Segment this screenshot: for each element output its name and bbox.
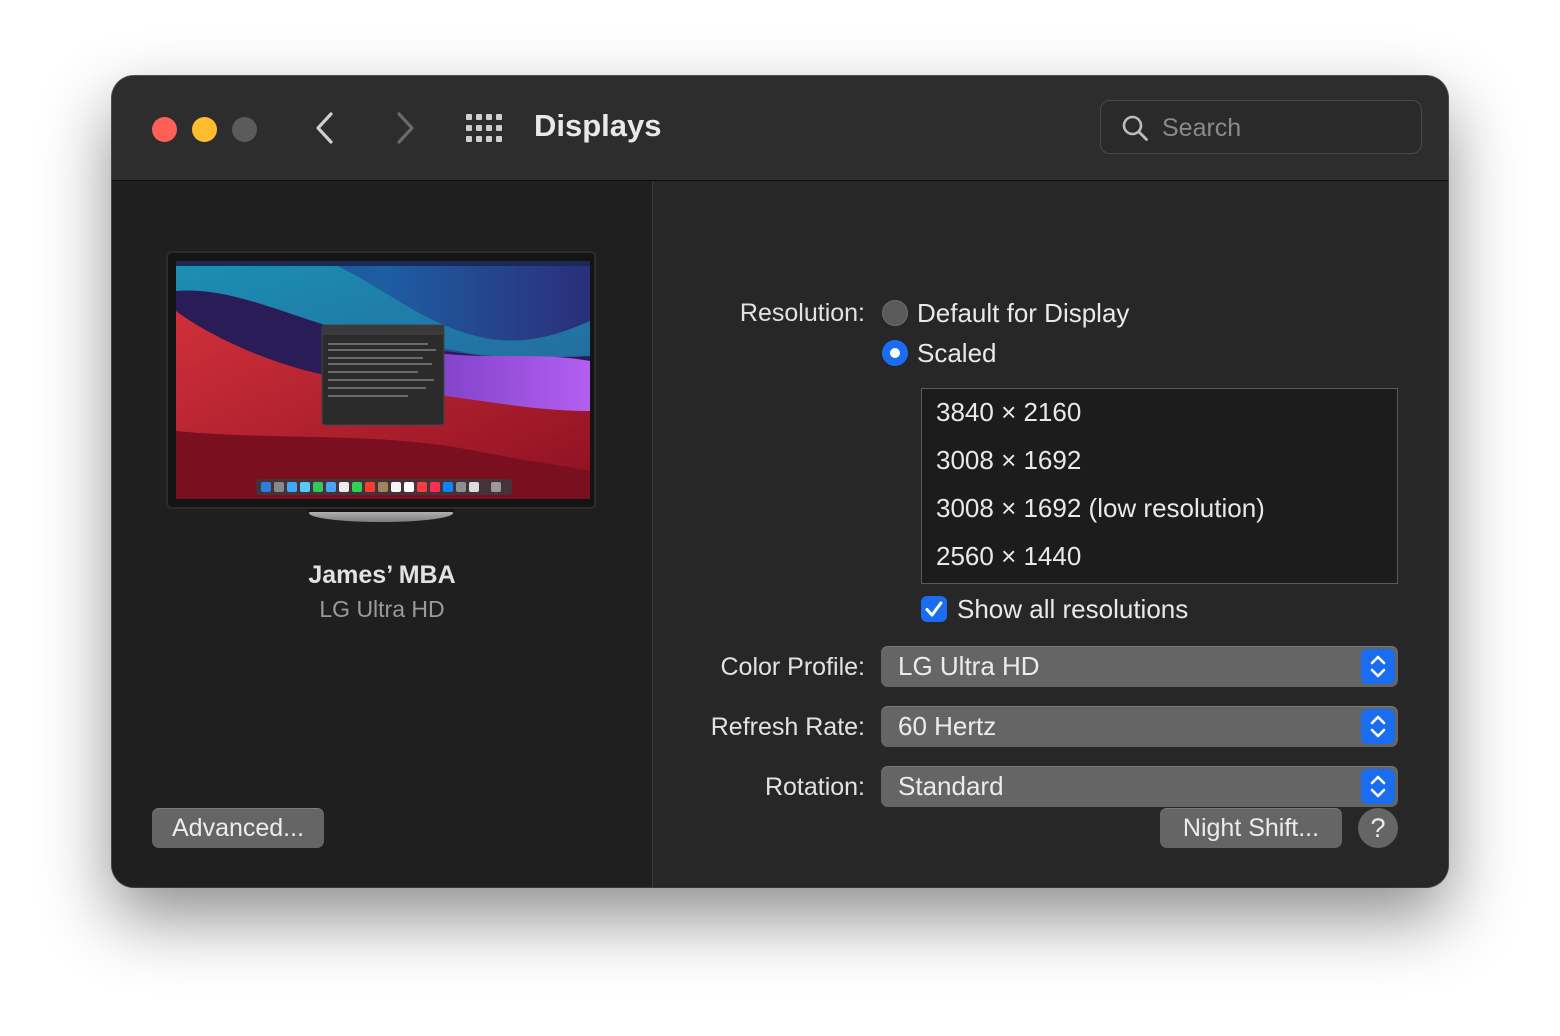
- radio-default-for-display[interactable]: [882, 300, 908, 326]
- advanced-button[interactable]: Advanced...: [152, 808, 324, 848]
- show-all-resolutions-checkbox[interactable]: [921, 596, 947, 622]
- color-profile-label: Color Profile:: [720, 653, 866, 681]
- system-preferences-window: Displays Search James’ MBA LG Ultra HD A…: [112, 76, 1448, 887]
- resolution-option[interactable]: 3008 × 1692 (low resolution): [936, 493, 1265, 524]
- titlebar: Displays Search: [112, 76, 1448, 181]
- device-name: James’ MBA: [308, 561, 456, 589]
- resolution-option[interactable]: 2560 × 1440: [936, 541, 1081, 572]
- rotation-popup[interactable]: Standard: [881, 766, 1398, 807]
- night-shift-button[interactable]: Night Shift...: [1160, 808, 1342, 848]
- wallpaper-image: [176, 261, 590, 499]
- device-model: LG Ultra HD: [319, 596, 445, 622]
- resolution-option[interactable]: 3840 × 2160: [936, 397, 1081, 428]
- monitor-stand: [308, 509, 454, 522]
- display-thumbnail: [166, 251, 596, 509]
- up-down-chevron-icon: [1361, 649, 1395, 684]
- close-button[interactable]: [152, 117, 177, 142]
- checkmark-icon: [925, 601, 943, 617]
- wallpaper-preview: [176, 261, 590, 499]
- window-title: Displays: [534, 108, 662, 143]
- refresh-rate-popup[interactable]: 60 Hertz: [881, 706, 1398, 747]
- show-all-resolutions-label: Show all resolutions: [957, 594, 1189, 624]
- resolution-label: Resolution:: [739, 299, 865, 327]
- display-settings: Resolution: Default for Display Scaled 3…: [653, 181, 1448, 887]
- search-placeholder: Search: [1162, 114, 1242, 142]
- up-down-chevron-icon: [1361, 769, 1395, 804]
- help-button[interactable]: ?: [1358, 808, 1398, 848]
- rotation-value: Standard: [898, 771, 1004, 801]
- refresh-rate-label: Refresh Rate:: [710, 713, 865, 741]
- resolution-list: 3840 × 2160 3008 × 1692 3008 × 1692 (low…: [921, 388, 1398, 584]
- color-profile-popup[interactable]: LG Ultra HD: [881, 646, 1398, 687]
- search-icon: [1122, 115, 1148, 141]
- minimize-button[interactable]: [192, 117, 217, 142]
- radio-scaled[interactable]: [882, 340, 908, 366]
- display-sidebar: James’ MBA LG Ultra HD Advanced...: [112, 181, 653, 887]
- color-profile-value: LG Ultra HD: [898, 651, 1040, 681]
- grid-icon[interactable]: [466, 114, 504, 142]
- resolution-option[interactable]: 3008 × 1692: [936, 445, 1081, 476]
- refresh-rate-value: 60 Hertz: [898, 711, 997, 741]
- chevron-right-icon[interactable]: [384, 108, 424, 148]
- radio-default-label: Default for Display: [917, 298, 1130, 328]
- rotation-label: Rotation:: [764, 773, 865, 801]
- zoom-button: [232, 117, 257, 142]
- radio-scaled-label: Scaled: [917, 338, 997, 368]
- up-down-chevron-icon: [1361, 709, 1395, 744]
- search-field[interactable]: Search: [1100, 100, 1422, 154]
- chevron-left-icon[interactable]: [306, 108, 346, 148]
